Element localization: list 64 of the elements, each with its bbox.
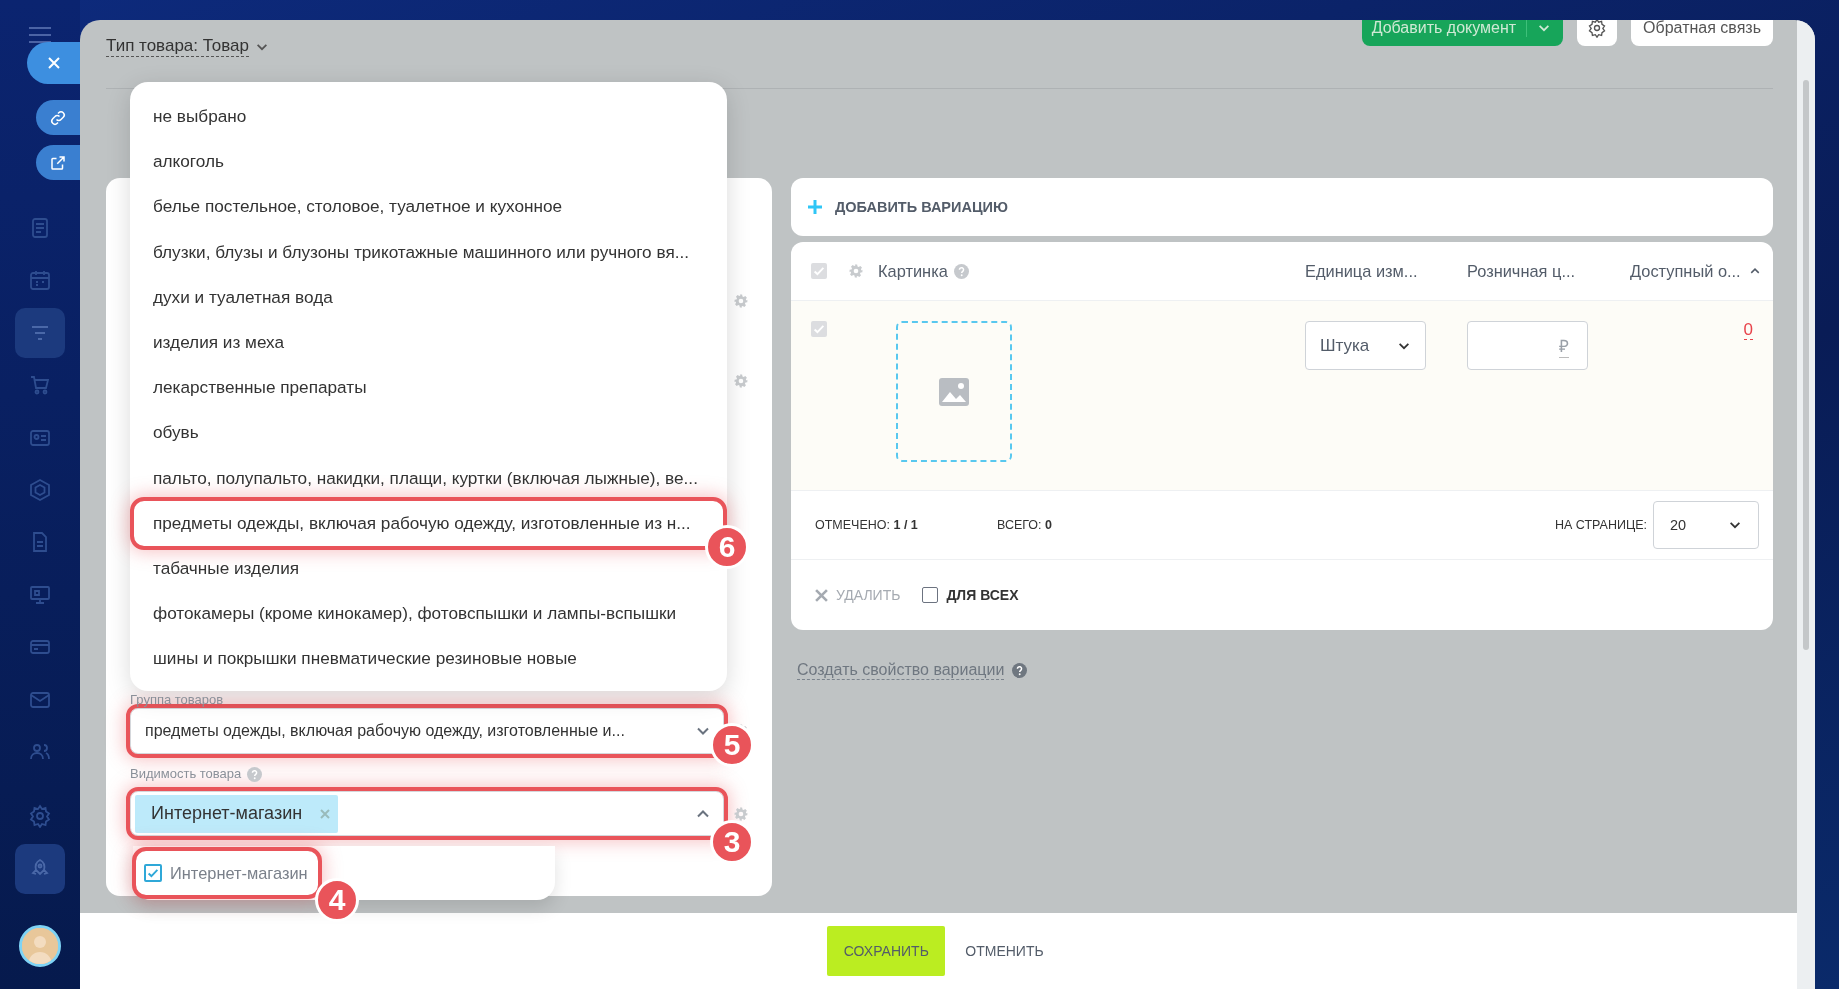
settings-icon[interactable] bbox=[734, 806, 748, 821]
close-icon bbox=[815, 588, 828, 602]
check-icon bbox=[146, 866, 160, 880]
checkbox[interactable] bbox=[811, 321, 827, 337]
settings-icon bbox=[28, 804, 52, 829]
link-icon bbox=[49, 108, 67, 127]
settings-button[interactable] bbox=[1577, 20, 1618, 46]
total-count: ВСЕГО: 0 bbox=[997, 518, 1052, 532]
image-upload-area[interactable] bbox=[896, 321, 1012, 462]
checkbox[interactable] bbox=[144, 864, 162, 882]
dropdown-option[interactable]: табачные изделия bbox=[130, 545, 323, 592]
sidebar-item[interactable] bbox=[15, 307, 65, 358]
field-label: Группа товаров bbox=[130, 692, 225, 708]
checkbox[interactable] bbox=[922, 587, 939, 603]
scrollbar[interactable] bbox=[1803, 80, 1809, 650]
available-quantity[interactable]: 0 bbox=[1743, 321, 1753, 340]
sidebar-item[interactable] bbox=[15, 843, 65, 894]
settings-icon[interactable] bbox=[734, 294, 748, 308]
close-icon[interactable] bbox=[320, 808, 331, 819]
dropdown-option[interactable]: изделия из меха bbox=[130, 319, 308, 366]
open-external-button[interactable] bbox=[36, 145, 80, 180]
dropdown-option[interactable]: фотокамеры (кроме кинокамер), фотовспышки и лампы-вспышки bbox=[130, 591, 700, 637]
dropdown-option[interactable]: белье постельное, столовое, туалетное и кухонное bbox=[130, 184, 586, 230]
help-icon[interactable] bbox=[1012, 663, 1028, 678]
settings-icon[interactable] bbox=[849, 264, 863, 278]
column-header: Розничная ц... bbox=[1467, 261, 1577, 281]
tag[interactable]: Интернет-магазин bbox=[135, 794, 339, 833]
add-variation-button[interactable]: ДОБАВИТЬ ВАРИАЦИЮ bbox=[791, 178, 1773, 236]
per-page-label: НА СТРАНИЦЕ: bbox=[1555, 518, 1647, 532]
settings-icon[interactable] bbox=[734, 374, 748, 388]
dropdown-option[interactable]: духи и туалетная вода bbox=[130, 274, 356, 320]
dropdown-option[interactable]: пальто, полупальто, накидки, плащи, куртки (включая лыжные), ве... bbox=[130, 455, 721, 501]
dropdown-option[interactable]: блузки, блузы и блузоны трикотажные машинного или ручного вя... bbox=[130, 229, 713, 275]
cancel-button[interactable]: ОТМЕНИТЬ bbox=[959, 942, 1050, 960]
product-type-dropdown[interactable]: Тип товара: Товар bbox=[106, 36, 270, 57]
check-icon bbox=[812, 264, 826, 278]
checkbox-label: ДЛЯ ВСЕХ bbox=[946, 587, 1019, 603]
feedback-button[interactable]: Обратная связь bbox=[1631, 20, 1773, 46]
save-button[interactable]: СОХРАНИТЬ bbox=[827, 926, 946, 976]
column-header: Доступный о... bbox=[1630, 261, 1741, 281]
close-button[interactable] bbox=[27, 42, 80, 84]
per-page-select[interactable]: 20 bbox=[1653, 501, 1759, 549]
column-header: Картинка bbox=[878, 261, 948, 281]
link-button[interactable] bbox=[36, 100, 80, 135]
unit-select[interactable]: Штука bbox=[1305, 321, 1426, 370]
selected-count: ОТМЕЧЕНО: 1 / 1 bbox=[815, 518, 919, 532]
calendar-icon bbox=[28, 268, 52, 293]
dropdown-option[interactable]: не выбрано bbox=[130, 94, 270, 140]
column-header: Единица изм... bbox=[1305, 261, 1419, 281]
checkbox[interactable] bbox=[811, 263, 827, 279]
dropdown-option[interactable]: Интернет-магазин bbox=[136, 851, 318, 895]
external-link-icon bbox=[49, 153, 67, 172]
dropdown-option[interactable]: шины и покрышки пневматические резиновые новые bbox=[130, 636, 600, 682]
menu-icon[interactable] bbox=[29, 27, 51, 43]
dropdown-option[interactable]: алкоголь bbox=[130, 139, 247, 185]
avatar[interactable] bbox=[19, 925, 61, 967]
dropdown-option[interactable]: лекарственные препараты bbox=[130, 365, 390, 411]
check-icon bbox=[812, 322, 826, 336]
field-label: Видимость товара bbox=[130, 766, 242, 782]
dropdown-option[interactable]: обувь bbox=[130, 410, 222, 456]
image-icon bbox=[939, 377, 969, 406]
plus-icon bbox=[807, 199, 823, 215]
settings-icon bbox=[1587, 20, 1608, 38]
hexagon-icon bbox=[28, 477, 52, 502]
